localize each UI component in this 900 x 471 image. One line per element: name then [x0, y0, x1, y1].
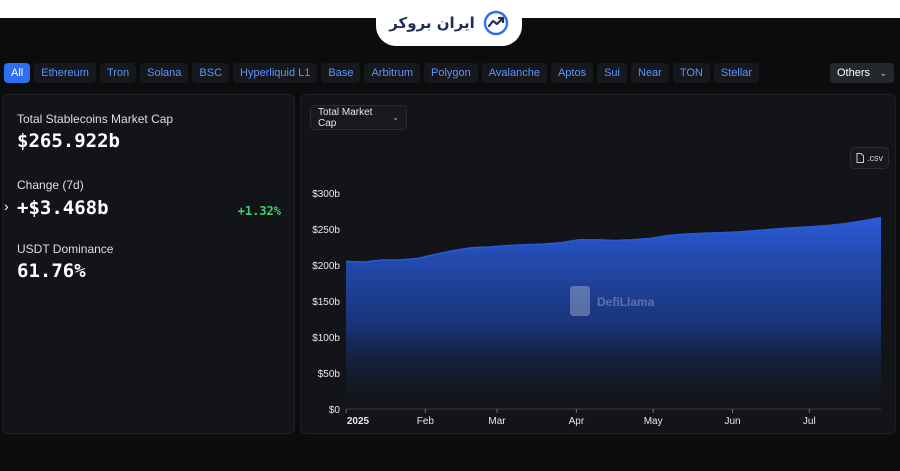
- chain-tab-base[interactable]: Base: [321, 63, 361, 83]
- x-tick-label: Mar: [488, 416, 506, 427]
- watermark-text: DefiLlama: [597, 295, 655, 309]
- y-tick-label: $100b: [312, 333, 340, 344]
- brand-name: ایران بروکر: [389, 14, 475, 32]
- dominance-label: USDT Dominance: [17, 242, 114, 256]
- chain-tab-all[interactable]: All: [4, 63, 31, 83]
- metric-select[interactable]: Total Market Cap ⌄: [310, 105, 407, 130]
- csv-label: .csv: [866, 153, 883, 163]
- change-value: +$3.468b: [17, 197, 109, 219]
- x-tick-label: May: [644, 416, 663, 427]
- bottom-band: [0, 434, 900, 471]
- chain-tab-avalanche[interactable]: Avalanche: [481, 63, 547, 83]
- chevron-down-icon: ⌄: [392, 113, 399, 122]
- change-percent: +1.32%: [237, 204, 281, 218]
- x-tick-label: Jul: [803, 416, 816, 427]
- chain-tab-arbitrum[interactable]: Arbitrum: [364, 63, 421, 83]
- y-tick-label: $200b: [312, 261, 340, 272]
- x-tick-label: Jun: [724, 416, 740, 427]
- series-area: [346, 217, 881, 409]
- brand-logo[interactable]: ایران بروکر: [376, 0, 522, 46]
- y-tick-label: $0: [329, 405, 341, 416]
- chain-tab-stellar[interactable]: Stellar: [713, 63, 760, 83]
- y-tick-label: $150b: [312, 297, 340, 308]
- csv-download-button[interactable]: .csv: [850, 147, 889, 169]
- market-cap-chart: $0 $50b $100b $150b $200b $250b $300b 2025 Feb M…: [312, 189, 882, 427]
- others-dropdown[interactable]: Others ⌄: [830, 63, 894, 83]
- chevron-down-icon: ⌄: [879, 67, 887, 78]
- file-icon: [856, 153, 864, 163]
- change-label: Change (7d): [17, 178, 84, 192]
- x-tick-label: Apr: [569, 416, 585, 427]
- chain-filter-bar: All Ethereum Tron Solana BSC Hyperliquid…: [4, 62, 896, 84]
- metric-select-label: Total Market Cap: [318, 106, 373, 129]
- x-tick-label: 2025: [347, 416, 370, 427]
- defillama-logo-icon: [570, 286, 590, 316]
- market-cap-value: $265.922b: [17, 130, 120, 152]
- stats-panel: Total Stablecoins Market Cap $265.922b C…: [2, 94, 295, 434]
- chain-tab-solana[interactable]: Solana: [140, 63, 189, 83]
- others-label: Others: [837, 67, 871, 79]
- market-cap-label: Total Stablecoins Market Cap: [17, 112, 174, 126]
- chain-tab-sui[interactable]: Sui: [597, 63, 627, 83]
- chain-tab-ethereum[interactable]: Ethereum: [34, 63, 96, 83]
- trend-logo-icon: [483, 10, 509, 36]
- chain-tab-ton[interactable]: TON: [672, 63, 710, 83]
- chain-tab-bsc[interactable]: BSC: [192, 63, 230, 83]
- chain-tab-polygon[interactable]: Polygon: [424, 63, 478, 83]
- chain-tab-near[interactable]: Near: [631, 63, 669, 83]
- y-tick-label: $300b: [312, 189, 340, 200]
- chain-tab-tron[interactable]: Tron: [99, 63, 137, 83]
- chevron-right-icon[interactable]: ›: [4, 198, 9, 214]
- chain-tab-aptos[interactable]: Aptos: [550, 63, 594, 83]
- x-tick-label: Feb: [417, 416, 435, 427]
- y-tick-label: $250b: [312, 225, 340, 236]
- dominance-value: 61.76%: [17, 260, 86, 282]
- y-tick-label: $50b: [318, 369, 341, 380]
- chain-tab-hyperliquid[interactable]: Hyperliquid L1: [233, 63, 318, 83]
